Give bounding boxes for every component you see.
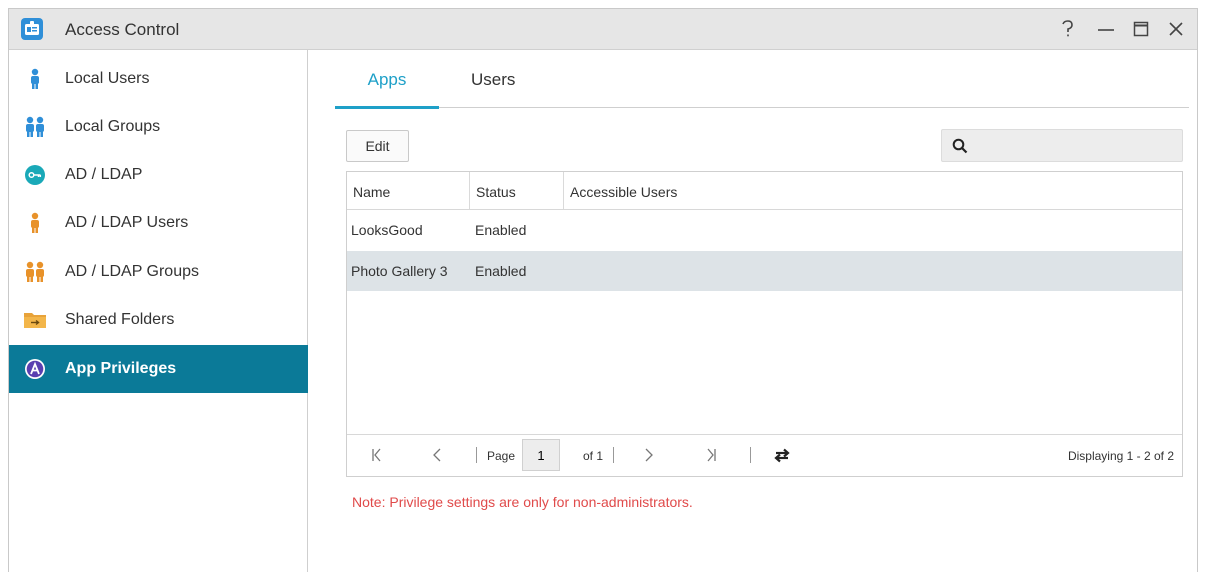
cell-name: Photo Gallery 3	[351, 263, 448, 279]
tab-apps-label: Apps	[367, 70, 407, 89]
main-content: Apps Users Edit Name Status Accessible U…	[309, 50, 1198, 572]
sidebar-item-ad-ldap-users[interactable]: AD / LDAP Users	[9, 199, 308, 247]
sidebar-item-app-privileges[interactable]: App Privileges	[9, 345, 308, 393]
window-title: Access Control	[65, 20, 180, 39]
search-box[interactable]	[941, 129, 1183, 162]
table-row[interactable]: LooksGood Enabled	[347, 210, 1182, 250]
privilege-note: Note: Privilege settings are only for no…	[352, 494, 693, 510]
sidebar-item-label: AD / LDAP Users	[65, 214, 189, 231]
column-header-status[interactable]: Status	[470, 172, 564, 209]
sidebar-item-label: Local Users	[65, 70, 150, 87]
sidebar-item-ad-ldap-groups[interactable]: AD / LDAP Groups	[9, 248, 308, 296]
column-header-accessible-users[interactable]: Accessible Users	[564, 172, 964, 209]
sidebar-item-label: AD / LDAP Groups	[65, 263, 199, 280]
sidebar-item-ad-ldap[interactable]: AD / LDAP	[9, 151, 308, 199]
tab-users[interactable]: Users	[471, 70, 515, 108]
previous-page-icon[interactable]	[427, 445, 447, 465]
sidebar-item-shared-folders[interactable]: Shared Folders	[9, 296, 308, 344]
page-label: Page	[487, 449, 516, 463]
table-row[interactable]: Photo Gallery 3 Enabled	[347, 251, 1182, 291]
key-icon	[23, 163, 47, 187]
sidebar: Local Users Local Groups AD / LDAP AD / …	[9, 50, 308, 572]
sidebar-item-local-groups[interactable]: Local Groups	[9, 103, 308, 151]
column-header-name[interactable]: Name	[347, 172, 470, 209]
sidebar-item-local-users[interactable]: Local Users	[9, 55, 308, 103]
first-page-icon[interactable]	[367, 445, 387, 465]
folder-icon	[23, 308, 47, 332]
title-bar: Access Control	[9, 9, 1197, 50]
minimize-icon[interactable]	[1094, 17, 1118, 41]
pager-divider	[476, 447, 477, 463]
table-header: Name Status Accessible Users	[347, 172, 1182, 210]
apps-table: Name Status Accessible Users LooksGood E…	[346, 171, 1183, 477]
pager-divider	[750, 447, 751, 463]
help-icon[interactable]	[1056, 17, 1080, 41]
pager-divider	[613, 447, 614, 463]
active-tab-indicator	[335, 106, 439, 109]
page-count-label: of 1	[583, 449, 604, 463]
cell-status: Enabled	[475, 222, 527, 238]
search-input[interactable]	[974, 135, 1174, 157]
cell-name: LooksGood	[351, 222, 423, 238]
tab-apps[interactable]: Apps	[335, 70, 439, 109]
access-control-app-icon	[21, 18, 43, 40]
refresh-icon[interactable]	[772, 445, 792, 465]
tab-bar: Apps Users	[335, 50, 1189, 109]
close-icon[interactable]	[1164, 17, 1188, 41]
sidebar-item-label: Shared Folders	[65, 311, 175, 328]
page-number-input[interactable]	[522, 439, 560, 471]
next-page-icon[interactable]	[639, 445, 659, 465]
cell-status: Enabled	[475, 263, 527, 279]
edit-button[interactable]: Edit	[346, 130, 409, 162]
group-icon	[23, 115, 47, 139]
last-page-icon[interactable]	[701, 445, 721, 465]
maximize-icon[interactable]	[1129, 17, 1153, 41]
ldap-user-icon	[23, 211, 47, 235]
sidebar-item-label: App Privileges	[65, 360, 177, 377]
search-icon	[952, 138, 968, 159]
sidebar-item-label: Local Groups	[65, 118, 161, 135]
access-control-window: Access Control Local Users Local Groups	[8, 8, 1198, 572]
pagination-bar: Page of 1 Displaying 1 - 2 of 2	[347, 434, 1182, 476]
sidebar-item-label: AD / LDAP	[65, 166, 143, 183]
app-privileges-icon	[23, 357, 47, 381]
user-icon	[23, 67, 47, 91]
ldap-group-icon	[23, 260, 47, 284]
displaying-count: Displaying 1 - 2 of 2	[1067, 449, 1174, 463]
tab-users-label: Users	[471, 70, 516, 89]
